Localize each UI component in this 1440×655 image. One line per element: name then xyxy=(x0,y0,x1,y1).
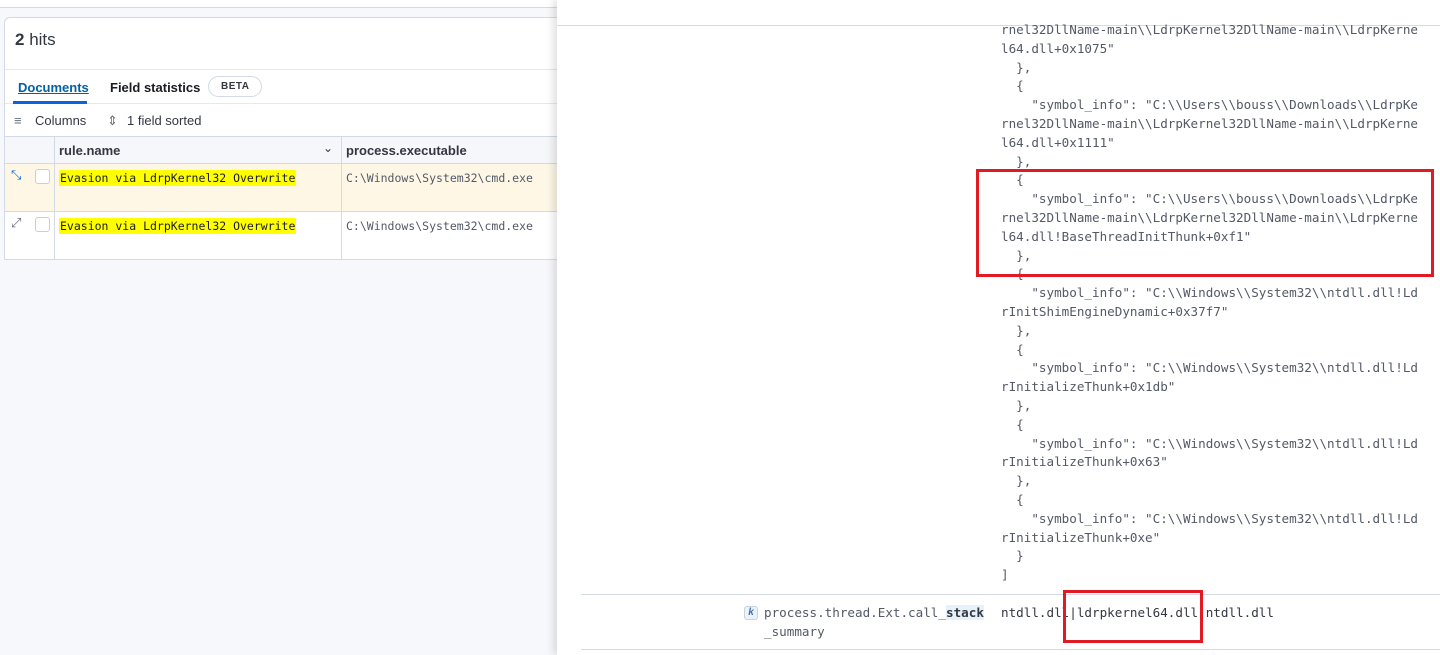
discover-results-pane: 2 hits Documents Field statistics BETA ≡… xyxy=(0,0,560,655)
tab-field-statistics[interactable]: Field statistics xyxy=(110,80,200,95)
code-line: { xyxy=(1001,416,1024,432)
column-header-process-executable[interactable]: process.executable xyxy=(346,143,467,158)
table-header: rule.name ⌄ process.executable xyxy=(5,137,559,164)
collapse-icon[interactable]: ⤡ xyxy=(11,168,21,183)
code-line: l64.dll+0x1075" xyxy=(1001,40,1115,56)
code-line: rInitShimEngineDynamic+0x37f7" xyxy=(1001,303,1229,319)
table-row[interactable]: ⤡ Evasion via LdrpKernel32 Overwrite C:\… xyxy=(5,164,559,212)
active-tab-indicator xyxy=(13,101,87,104)
code-line: rInitializeThunk+0x1db" xyxy=(1001,379,1176,395)
results-panel: 2 hits Documents Field statistics BETA ≡… xyxy=(4,17,560,260)
code-line: }, xyxy=(1001,322,1032,338)
code-line: "symbol_info": "C:\\Windows\\System32\\n… xyxy=(1001,285,1419,301)
column-header-rule-name[interactable]: rule.name xyxy=(59,143,120,158)
columns-button[interactable]: Columns xyxy=(35,113,86,128)
code-line: rnel32DllName-main\\LdrpKernel32DllName-… xyxy=(1001,115,1419,131)
code-line: rInitializeThunk+0xe" xyxy=(1001,529,1161,545)
code-line: { xyxy=(1001,78,1024,94)
code-line: }, xyxy=(1001,397,1032,413)
highlight-box-ldrpkernel xyxy=(1063,590,1203,643)
code-line: l64.dll+0x1111" xyxy=(1001,134,1115,150)
code-line: ] xyxy=(1001,567,1009,583)
rule-name-cell: Evasion via LdrpKernel32 Overwrite xyxy=(59,218,297,234)
hits-count: 2 hits xyxy=(15,30,56,49)
code-line: } xyxy=(1001,548,1024,564)
executable-cell: C:\Windows\System32\cmd.exe xyxy=(346,219,533,233)
sort-button[interactable]: 1 field sorted xyxy=(127,113,201,128)
code-line: { xyxy=(1001,341,1024,357)
code-line: { xyxy=(1001,491,1024,507)
beta-badge: BETA xyxy=(208,76,263,97)
table-row[interactable]: ⤢ Evasion via LdrpKernel32 Overwrite C:\… xyxy=(5,212,559,260)
chevron-down-icon[interactable]: ⌄ xyxy=(323,141,333,155)
code-line: }, xyxy=(1001,473,1032,489)
field-name: process.thread.Ext.call_stack _summary xyxy=(764,605,984,639)
row-divider xyxy=(581,594,1440,595)
code-line: "symbol_info": "C:\\Windows\\System32\\n… xyxy=(1001,510,1419,526)
code-line: "symbol_info": "C:\\Windows\\System32\\n… xyxy=(1001,360,1419,376)
code-line: }, xyxy=(1001,59,1032,75)
grid-toolbar: ≡ Columns ⇕ 1 field sorted xyxy=(5,105,559,137)
rule-name-cell: Evasion via LdrpKernel32 Overwrite xyxy=(59,170,297,186)
document-flyout: rnel32DllName-main\\LdrpKernel32DllName-… xyxy=(557,0,1440,655)
top-strip xyxy=(0,0,560,8)
row-checkbox[interactable] xyxy=(35,217,50,232)
code-line: "symbol_info": "C:\\Users\\bouss\\Downlo… xyxy=(1001,97,1419,113)
code-line: rnel32DllName-main\\LdrpKernel32DllName-… xyxy=(1001,22,1419,37)
sort-icon: ⇕ xyxy=(107,113,118,128)
executable-cell: C:\Windows\System32\cmd.exe xyxy=(346,171,533,185)
row-divider xyxy=(581,649,1440,650)
tab-documents[interactable]: Documents xyxy=(18,80,89,95)
json-value-code: rnel32DllName-main\\LdrpKernel32DllName-… xyxy=(1001,21,1418,585)
highlight-box-base-thread xyxy=(976,169,1434,277)
expand-icon[interactable]: ⤢ xyxy=(11,216,21,231)
results-tabs: Documents Field statistics BETA xyxy=(5,69,559,104)
row-checkbox[interactable] xyxy=(35,169,50,184)
code-line: "symbol_info": "C:\\Windows\\System32\\n… xyxy=(1001,435,1419,451)
list-icon: ≡ xyxy=(14,113,22,128)
code-line: rInitializeThunk+0x63" xyxy=(1001,454,1168,470)
keyword-field-type-icon: k xyxy=(744,606,758,620)
